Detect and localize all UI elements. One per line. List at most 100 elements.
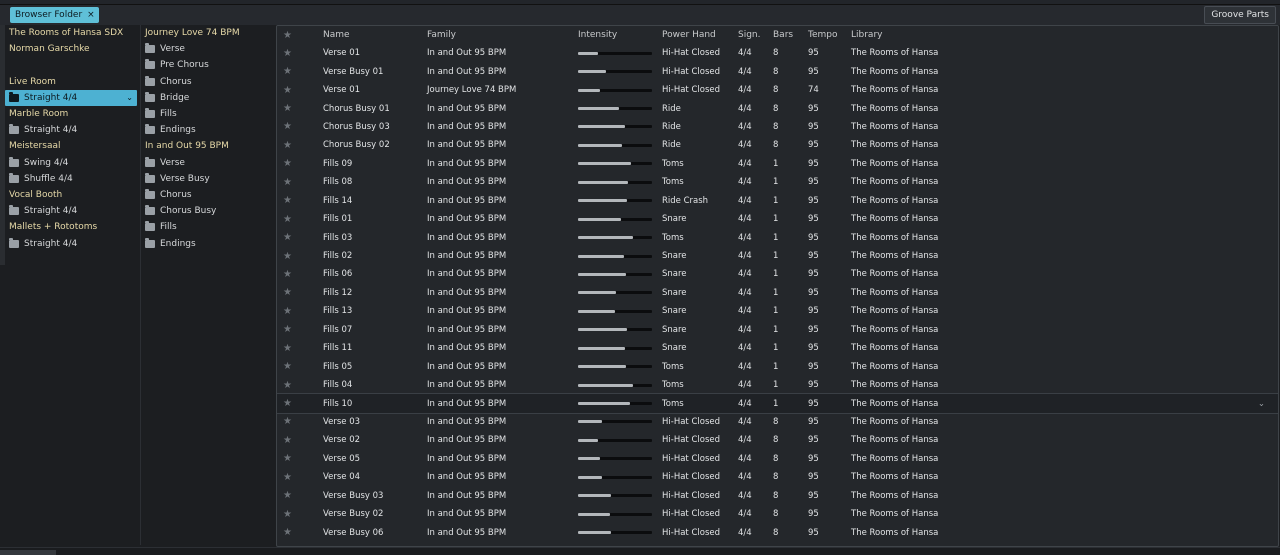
tree-folder-item[interactable]: Straight 4/4	[5, 122, 140, 138]
star-icon[interactable]: ★	[277, 527, 301, 538]
cell-power-hand: Hi-Hat Closed	[662, 453, 721, 464]
table-row[interactable]: ★ Fills 12 In and Out 95 BPM Snare 4/4 1 95 The…	[277, 284, 1278, 302]
table-row[interactable]: ★ Fills 07 In and Out 95 BPM Snare 4/4 1 95 The…	[277, 321, 1278, 339]
table-row[interactable]: ★ Verse 01 Journey Love 74 BPM Hi-Hat Close…	[277, 81, 1278, 99]
star-icon[interactable]: ★	[277, 103, 301, 114]
table-row[interactable]: ★ Fills 08 In and Out 95 BPM Toms 4/4 1 95 The …	[277, 173, 1278, 191]
table-row[interactable]: ★ Verse Busy 06 In and Out 95 BPM Hi-Hat Cl…	[277, 523, 1278, 541]
table-row[interactable]: ★ Chorus Busy 01 In and Out 95 BPM Ride 4/4 8…	[277, 99, 1278, 117]
chevron-down-icon[interactable]: ⌄	[1231, 399, 1271, 409]
tree-folder-item[interactable]: Straight 4/4 ⌄	[5, 89, 137, 106]
star-icon[interactable]: ★	[277, 214, 301, 225]
star-icon[interactable]: ★	[277, 509, 301, 520]
chevron-down-icon[interactable]: ⌄	[126, 93, 133, 102]
star-icon[interactable]: ★	[277, 472, 301, 483]
table-row[interactable]: ★ Fills 03 In and Out 95 BPM Toms 4/4 1 95 The …	[277, 228, 1278, 246]
tree-header[interactable]: Norman Garschke	[5, 41, 140, 57]
browser-folder-chip[interactable]: Browser Folder ×	[10, 7, 99, 23]
tree-header[interactable]: Mallets + Rototoms	[5, 219, 140, 235]
star-icon[interactable]: ★	[277, 453, 301, 464]
tree-folder-item[interactable]: Swing 4/4	[5, 155, 140, 171]
tree-folder-item[interactable]: Fills	[141, 106, 273, 122]
star-icon[interactable]: ★	[277, 158, 301, 169]
table-row[interactable]: ★ Fills 01 In and Out 95 BPM Snare 4/4 1 95 The…	[277, 210, 1278, 228]
cell-tempo: 95	[808, 251, 819, 262]
favorite-column-icon[interactable]: ★	[277, 30, 301, 41]
table-row[interactable]: ★ Fills 11 In and Out 95 BPM Snare 4/4 1 95 The…	[277, 339, 1278, 357]
star-icon[interactable]: ★	[277, 490, 301, 501]
column-family[interactable]: Family	[427, 30, 576, 40]
column-intensity[interactable]: Intensity	[576, 30, 662, 40]
bottom-tab-handle[interactable]	[0, 550, 56, 555]
column-library[interactable]: Library	[851, 30, 1231, 40]
star-icon[interactable]: ★	[277, 287, 301, 298]
star-icon[interactable]: ★	[277, 269, 301, 280]
tree-header[interactable]: The Rooms of Hansa SDX	[5, 25, 140, 41]
tree-folder-item[interactable]: Verse	[141, 41, 273, 57]
table-row[interactable]: ★ Fills 10 In and Out 95 BPM Toms 4/4 1 95 The …	[277, 393, 1278, 414]
cell-intensity	[576, 291, 662, 295]
table-row[interactable]: ★ Fills 09 In and Out 95 BPM Toms 4/4 1 95 The …	[277, 155, 1278, 173]
tree-header[interactable]: Journey Love 74 BPM	[141, 25, 273, 41]
table-row[interactable]: ★ Verse 05 In and Out 95 BPM Hi-Hat Closed 4…	[277, 450, 1278, 468]
table-row[interactable]: ★ Fills 13 In and Out 95 BPM Snare 4/4 1 95 The…	[277, 302, 1278, 320]
tree-folder-item[interactable]: Shuffle 4/4	[5, 171, 140, 187]
tree-folder-item[interactable]: Bridge	[141, 90, 273, 106]
table-row[interactable]: ★ Verse 01 In and Out 95 BPM Hi-Hat Closed 4…	[277, 44, 1278, 62]
star-icon[interactable]: ★	[277, 343, 301, 354]
tree-folder-item[interactable]: Verse	[141, 155, 273, 171]
tree-header[interactable]: Marble Room	[5, 106, 140, 122]
star-icon[interactable]: ★	[277, 140, 301, 151]
tree-folder-item[interactable]: Chorus	[141, 187, 273, 203]
column-bars[interactable]: Bars	[773, 30, 808, 40]
tree-header[interactable]: Live Room	[5, 74, 140, 90]
column-power-hand[interactable]: Power Hand	[662, 30, 738, 40]
tree-folder-item[interactable]: Verse Busy	[141, 171, 273, 187]
tree-folder-item[interactable]: Chorus Busy	[141, 203, 273, 219]
tree-folder-item[interactable]: Endings	[141, 235, 273, 251]
star-icon[interactable]: ★	[277, 195, 301, 206]
tree-header[interactable]: Vocal Booth	[5, 187, 140, 203]
table-row[interactable]: ★ Verse 02 In and Out 95 BPM Hi-Hat Closed 4…	[277, 431, 1278, 449]
star-icon[interactable]: ★	[277, 85, 301, 96]
column-tempo[interactable]: Tempo	[808, 30, 851, 40]
table-row[interactable]: ★ Fills 05 In and Out 95 BPM Toms 4/4 1 95 The …	[277, 357, 1278, 375]
table-row[interactable]: ★ Fills 14 In and Out 95 BPM Ride Crash 4/4 1…	[277, 192, 1278, 210]
tree-folder-item[interactable]: Straight 4/4	[5, 203, 140, 219]
star-icon[interactable]: ★	[277, 306, 301, 317]
tree-folder-item[interactable]: Endings	[141, 122, 273, 138]
star-icon[interactable]: ★	[277, 324, 301, 335]
column-name[interactable]: Name	[301, 30, 427, 40]
star-icon[interactable]: ★	[277, 435, 301, 446]
star-icon[interactable]: ★	[277, 177, 301, 188]
star-icon[interactable]: ★	[277, 251, 301, 262]
table-row[interactable]: ★ Fills 02 In and Out 95 BPM Snare 4/4 1 95 The…	[277, 247, 1278, 265]
tree-folder-item[interactable]: Fills	[141, 219, 273, 235]
table-row[interactable]: ★ Verse Busy 02 In and Out 95 BPM Hi-Hat Cl…	[277, 505, 1278, 523]
star-icon[interactable]: ★	[277, 48, 301, 59]
tree-folder-item[interactable]: Chorus	[141, 74, 273, 90]
table-row[interactable]: ★ Chorus Busy 03 In and Out 95 BPM Ride 4/4 8…	[277, 118, 1278, 136]
table-row[interactable]: ★ Fills 04 In and Out 95 BPM Toms 4/4 1 95 The …	[277, 376, 1278, 394]
table-row[interactable]: ★ Verse 04 In and Out 95 BPM Hi-Hat Closed 4…	[277, 468, 1278, 486]
tree-header[interactable]: Meistersaal	[5, 138, 140, 154]
cell-bars: 1	[773, 214, 779, 225]
star-icon[interactable]: ★	[277, 361, 301, 372]
column-sign[interactable]: Sign.	[738, 30, 773, 40]
tree-folder-item[interactable]: Pre Chorus	[141, 57, 273, 73]
tree-folder-item[interactable]: Straight 4/4	[5, 235, 140, 251]
table-row[interactable]: ★ Chorus Busy 02 In and Out 95 BPM Ride 4/4 8…	[277, 136, 1278, 154]
table-row[interactable]: ★ Verse Busy 03 In and Out 95 BPM Hi-Hat Cl…	[277, 487, 1278, 505]
table-row[interactable]: ★ Fills 06 In and Out 95 BPM Snare 4/4 1 95 The…	[277, 265, 1278, 283]
table-row[interactable]: ★ Verse Busy 01 In and Out 95 BPM Hi-Hat Cl…	[277, 62, 1278, 80]
star-icon[interactable]: ★	[277, 121, 301, 132]
star-icon[interactable]: ★	[277, 416, 301, 427]
groove-parts-button[interactable]: Groove Parts	[1204, 6, 1276, 24]
star-icon[interactable]: ★	[277, 398, 301, 409]
star-icon[interactable]: ★	[277, 232, 301, 243]
star-icon[interactable]: ★	[277, 66, 301, 77]
tree-header[interactable]: In and Out 95 BPM	[141, 138, 273, 154]
star-icon[interactable]: ★	[277, 380, 301, 391]
close-icon[interactable]: ×	[87, 10, 95, 20]
table-row[interactable]: ★ Verse 03 In and Out 95 BPM Hi-Hat Closed 4…	[277, 413, 1278, 431]
